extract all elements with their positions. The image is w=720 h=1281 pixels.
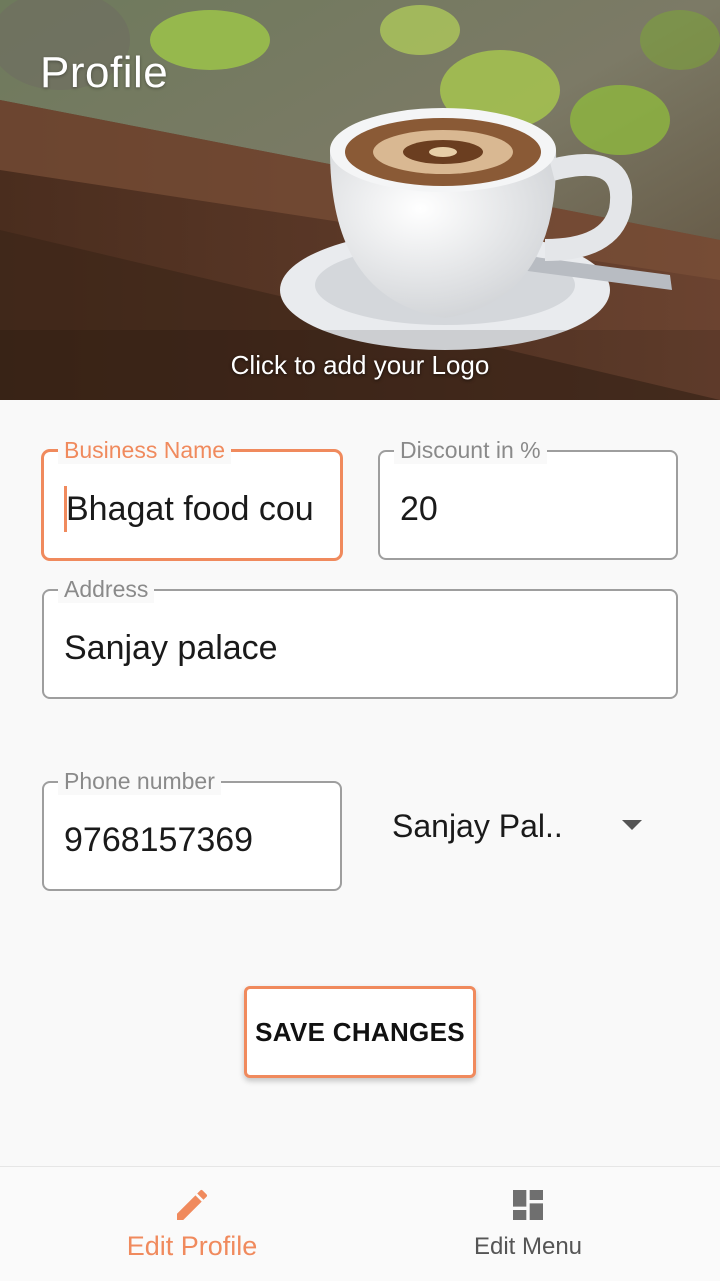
- address-field[interactable]: Address Sanjay palace: [42, 575, 678, 699]
- phone-field[interactable]: Phone number 9768157369: [42, 767, 342, 891]
- profile-cover-image[interactable]: Profile Click to add your Logo: [0, 0, 720, 400]
- add-logo-hint[interactable]: Click to add your Logo: [0, 350, 720, 381]
- bottom-navigation: Edit Profile Edit Menu: [0, 1166, 720, 1281]
- phone-value: 9768157369: [64, 821, 254, 859]
- business-name-field[interactable]: Business Name Bhagat food cou: [42, 436, 342, 560]
- address-value: Sanjay palace: [64, 629, 278, 667]
- address-label: Address: [58, 575, 155, 603]
- save-changes-button[interactable]: SAVE CHANGES: [244, 986, 476, 1078]
- dashboard-icon: [508, 1185, 548, 1230]
- discount-field[interactable]: Discount in % 20: [378, 436, 678, 560]
- nav-item-edit-profile[interactable]: Edit Profile: [12, 1167, 372, 1281]
- dropdown-arrow-icon: [622, 820, 642, 830]
- nav-label-edit-profile: Edit Profile: [126, 1231, 258, 1261]
- discount-value: 20: [400, 490, 438, 528]
- location-dropdown[interactable]: Sanjay Pal..: [392, 804, 652, 852]
- nav-label-edit-menu: Edit Menu: [473, 1233, 583, 1260]
- page-title: Profile: [40, 48, 169, 97]
- business-name-label: Business Name: [58, 436, 232, 464]
- pencil-icon: [172, 1185, 212, 1230]
- nav-item-edit-menu[interactable]: Edit Menu: [348, 1167, 708, 1281]
- business-name-value: Bhagat food cou: [66, 490, 314, 528]
- phone-label: Phone number: [58, 767, 221, 795]
- location-dropdown-value: Sanjay Pal..: [392, 808, 563, 844]
- discount-label: Discount in %: [394, 436, 547, 464]
